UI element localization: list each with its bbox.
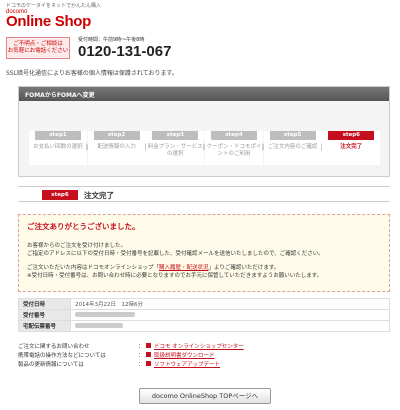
help-label: ご注文に関するお問い合わせ xyxy=(18,343,90,350)
phone-number: 0120-131-067 xyxy=(78,43,172,60)
step-number: step2 xyxy=(93,131,140,140)
row-value: 2014年3月22日 12時6分 xyxy=(70,298,390,310)
step-label: 注文完了 xyxy=(340,144,363,150)
table-row: 受付日時 2014年3月22日 12時6分 xyxy=(18,298,390,310)
ssl-note: SSL暗号化通信によりお客様の個人情報は保護されております。 xyxy=(6,70,178,77)
step-6: step6 注文完了 xyxy=(322,131,381,165)
top-page-button[interactable]: docomo OnlineShop TOPページへ xyxy=(139,388,271,404)
row-value-redacted xyxy=(70,309,390,321)
help-row: ご注文に関するお問い合わせ ： ドコモ オンラインショップセンター xyxy=(18,341,390,350)
link-arrow-icon xyxy=(146,352,151,357)
step-label: ご注文内容のご確認 xyxy=(267,144,318,150)
step-label: お支払い回数の選択 xyxy=(33,144,83,150)
step-label: 配送情報の入力 xyxy=(97,144,136,150)
order-complete-notice: ご注文ありがとうございました。 お客様からのご注文を受け付けました。 ご指定のア… xyxy=(18,214,390,292)
shop-name: Online Shop xyxy=(6,13,92,30)
step-tag: step6 xyxy=(42,190,78,200)
steps-panel-title: FOMAからFOMAへ変更 xyxy=(19,87,389,101)
table-row: 宅配伝票番号 xyxy=(18,320,390,332)
notice-text: 」よりご確認いただけます。 xyxy=(208,265,280,271)
link-arrow-icon xyxy=(146,343,151,348)
section-title: 注文完了 xyxy=(84,191,114,200)
help-label: 携帯電話の操作方法などについては xyxy=(18,352,106,359)
step-4: step4 クーポン・ドコモポイントのご利用 xyxy=(205,131,267,165)
step-2: step2 配送情報の入力 xyxy=(87,131,150,165)
online-shop-center-link[interactable]: ドコモ オンラインショップセンター xyxy=(154,342,244,350)
step-number: step5 xyxy=(269,131,316,140)
step-number: step4 xyxy=(211,131,257,140)
site-logo[interactable]: docomo Online Shop xyxy=(6,9,116,31)
step-number: step3 xyxy=(152,131,199,140)
section-header: step6 注文完了 xyxy=(18,186,390,202)
notice-line: ご指定のアドレスに以下の受付日時・受付番号を記載した、受付確認メールを送信いたし… xyxy=(27,251,324,257)
table-row: 受付番号 xyxy=(18,309,390,321)
step-label: クーポン・ドコモポイントのご利用 xyxy=(206,144,262,157)
tagline: ドコモのケータイをネットでかんたん購入 xyxy=(6,3,102,9)
step-number: step1 xyxy=(35,131,81,140)
help-links: ご注文に関するお問い合わせ ： ドコモ オンラインショップセンター 携帯電話の操… xyxy=(18,341,390,368)
row-value-redacted xyxy=(70,320,390,332)
notice-line: お客様からのご注文を受け付けました。 xyxy=(27,243,127,249)
colon-separator: ： xyxy=(138,343,144,350)
redacted-value xyxy=(75,312,135,317)
purchase-history-link[interactable]: 購入履歴・配送状況 xyxy=(159,265,209,271)
notice-text: ご注文いただいた内容はドコモオンラインショップ「 xyxy=(27,265,160,271)
row-key: 受付番号 xyxy=(18,309,71,321)
colon-separator: ： xyxy=(138,361,144,368)
link-arrow-icon xyxy=(146,361,151,366)
step-1: step1 お支払い回数の選択 xyxy=(29,131,91,165)
steps-row: step1 お支払い回数の選択 step2 配送情報の入力 step3 料金プラ… xyxy=(29,131,381,165)
row-key: 宅配伝票番号 xyxy=(18,320,71,332)
notice-line: ※受付日時・受付番号は、お問い合わせ時に必要となりますのでお手元に保管していただ… xyxy=(27,273,323,279)
redacted-value xyxy=(75,323,123,328)
contact-line-1: ご不明点・ご相談は xyxy=(13,41,63,47)
contact-line-2: お気軽にお電話ください xyxy=(7,48,69,54)
step-number: step6 xyxy=(328,131,375,140)
colon-separator: ： xyxy=(138,352,144,359)
row-key: 受付日時 xyxy=(18,298,71,310)
help-row: 携帯電話の操作方法などについては ： 取扱説明書ダウンロード xyxy=(18,350,390,359)
contact-box: ご不明点・ご相談は お気軽にお電話ください xyxy=(6,37,70,59)
notice-line-history: ご注文いただいた内容はドコモオンラインショップ「購入履歴・配送状況」よりご確認い… xyxy=(27,264,381,272)
progress-steps-panel: FOMAからFOMAへ変更 step1 お支払い回数の選択 step2 配送情報… xyxy=(18,86,390,177)
manual-download-link[interactable]: 取扱説明書ダウンロード xyxy=(154,351,215,359)
help-label: 製品の更新情報については xyxy=(18,361,84,368)
step-3: step3 料金プラン・サービスの選択 xyxy=(146,131,209,165)
thanks-heading: ご注文ありがとうございました。 xyxy=(27,222,140,231)
business-hours: 受付時間：午前9時〜午後8時 xyxy=(78,37,145,43)
step-label: 料金プラン・サービスの選択 xyxy=(147,144,203,157)
help-row: 製品の更新情報については ： ソフトウェアアップデート xyxy=(18,359,390,368)
order-info-table: 受付日時 2014年3月22日 12時6分 受付番号 宅配伝票番号 xyxy=(18,298,390,332)
step-5: step5 ご注文内容のご確認 xyxy=(263,131,326,165)
software-update-link[interactable]: ソフトウェアアップデート xyxy=(154,360,220,368)
